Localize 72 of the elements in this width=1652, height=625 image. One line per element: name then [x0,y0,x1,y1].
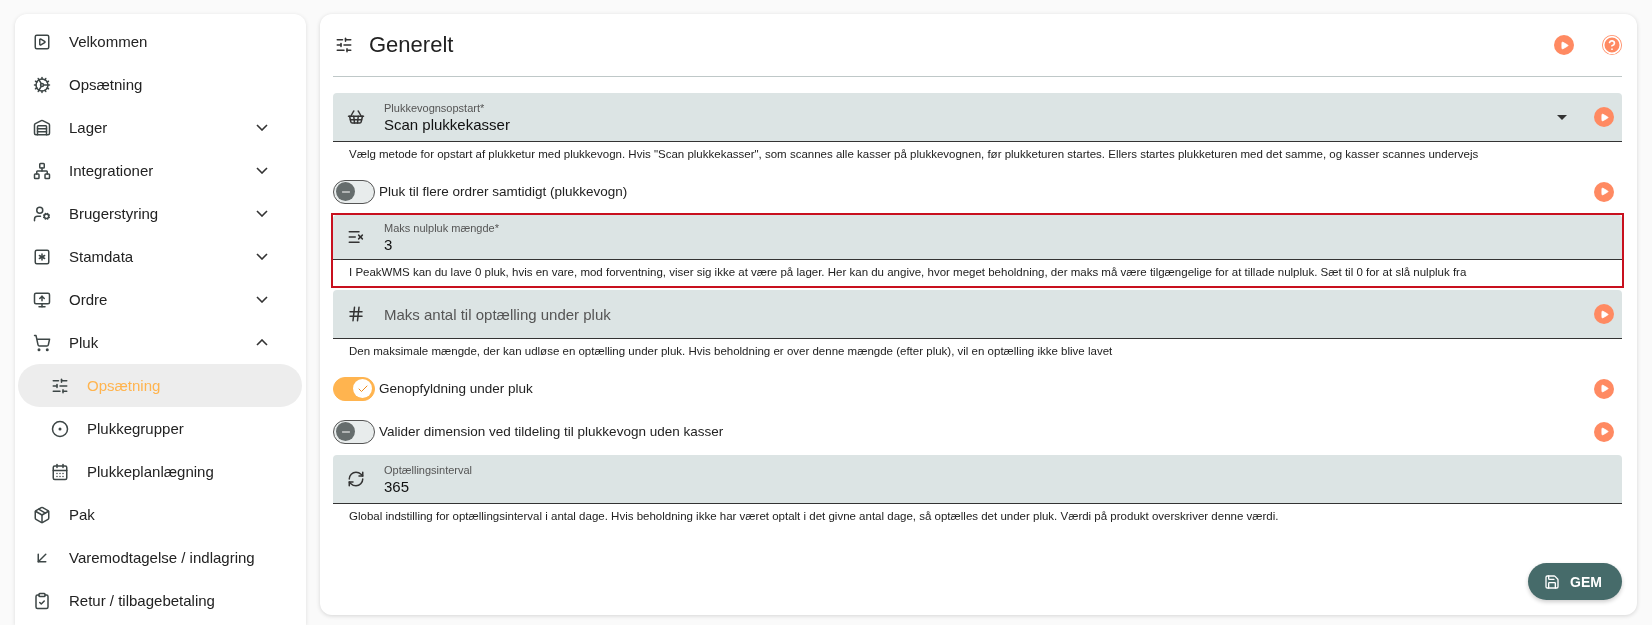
field-label: Maks nulpluk mængde* [384,221,500,234]
sidebar-item[interactable]: Integrationer [18,149,302,192]
sidebar-item[interactable]: Pluk [18,321,302,364]
gear-icon [32,74,52,95]
play-icon[interactable] [1594,181,1614,202]
toggle-label: Pluk til flere ordrer samtidigt (plukkevogn) [379,184,629,199]
save-icon [1544,573,1561,590]
sidebar-item-label: Pak [69,506,96,523]
sidebar-item[interactable]: Brugerstyring [18,192,302,235]
sidebar-item-label: Plukkeplanlægning [87,463,215,480]
sidebar-item-label: Opsætning [87,377,162,394]
sidebar-item[interactable]: Plukkeplanlægning [18,450,302,493]
field-label: Plukkevognsopstart* [384,101,486,114]
help-icon[interactable] [1602,35,1622,55]
chevron-icon [256,210,268,217]
sidebar-item[interactable]: Pak [18,493,302,536]
box-icon [32,504,52,525]
calendar-icon [50,461,70,482]
sidebar-item[interactable]: Varemodtagelse / indlagring [18,536,302,579]
save-button[interactable]: GEM [1528,563,1622,600]
panel-title: Generelt [369,32,455,58]
sidebar-item-label: Retur / tilbagebetaling [69,592,216,609]
toggle-switch[interactable] [333,179,375,204]
refresh-icon [347,470,367,488]
sidebar-item-label: Varemodtagelse / indlagring [69,549,256,566]
sidebar-item-label: Plukkegrupper [87,420,185,437]
helper-text: I PeakWMS kan du lave 0 pluk, hvis en vare, mod forventning, viser sig ikke at være på lager. Her kan du angive, hvor meget beholdning, der maks må være tilgængelige for at tillade nulpluk. Sæt til 0 for at slå nulpluk fra [348,265,1468,280]
helper-text: Global indstilling for optællingsinterval i antal dage. Hvis beholdning ikke har været optalt i det givne antal dage, så optælles det under pluk. Værdi på produkt overskriver denne værdi. [348,509,1280,524]
play-icon[interactable] [1554,35,1574,55]
chevron-icon [256,339,268,346]
play-icon[interactable] [1594,107,1614,127]
toggle-switch[interactable] [333,376,375,401]
sidebar-item-label: Integrationer [69,162,155,179]
sidebar-item[interactable]: Ordre [18,278,302,321]
sidebar-item-label: Pluk [69,334,100,351]
input-field[interactable]: Optællingsinterval 365 [333,455,1622,504]
sidebar-item-label: Ordre [69,291,109,308]
sidebar-item-label: Opsætning [69,76,144,93]
field-label: Optællingsinterval [384,463,474,476]
helper-text: Den maksimale mængde, der kan udløse en optælling under pluk. Hvis beholdning er over denne mængde (efter pluk), vil en optælling ikke blive lavet [348,344,1114,359]
sidebar-item[interactable]: Plukkegrupper [18,407,302,450]
network-icon [32,160,52,181]
chevron-icon [256,124,268,131]
sidebar-item[interactable]: Stamdata [18,235,302,278]
sidebar-item-label: Lager [69,119,109,136]
clipboard-icon [32,590,52,611]
play-icon[interactable] [1594,378,1614,399]
sidebar-item-label: Stamdata [69,248,135,265]
sidebar-item-label: Velkommen [69,33,149,50]
field-value: 365 [384,477,411,495]
sidebar-item[interactable]: Lager [18,106,302,149]
chevron-icon [256,253,268,260]
sidebar-item[interactable]: Opsætning [18,63,302,106]
chevron-icon [256,167,268,174]
toggle-switch[interactable] [333,419,375,444]
input-field[interactable]: Maks nulpluk mængde* 3 [333,215,1622,260]
sidebar-item[interactable]: Velkommen [18,20,302,63]
play-icon[interactable] [1594,421,1614,442]
chevron-icon [256,296,268,303]
field-value: Scan plukkekasser [384,115,511,133]
toggle-label: Genopfyldning under pluk [379,381,534,396]
helper-text: Vælg metode for opstart af plukketur med plukkevogn. Hvis "Scan plukkekasser", som scannes alle kasser på plukkevognen, før plukketuren startes. Ellers startes plukketuren med det samme, og kasser scannes undervejs [348,147,1480,162]
play-icon[interactable] [1594,304,1614,324]
field-placeholder: Maks antal til optælling under pluk [384,305,612,323]
sidebar-item[interactable]: Retur / tilbagebetaling [18,579,302,622]
caret-icon [1557,114,1567,120]
warehouse-icon [32,117,52,138]
toggle-label: Valider dimension ved tildeling til plukkevogn uden kasser [379,424,725,439]
sidebar-item-label: Brugerstyring [69,205,160,222]
field-value: 3 [384,235,394,253]
input-field[interactable]: Maks antal til optælling under pluk [333,290,1622,339]
select-field[interactable]: Plukkevognsopstart* Scan plukkekasser [333,93,1622,142]
